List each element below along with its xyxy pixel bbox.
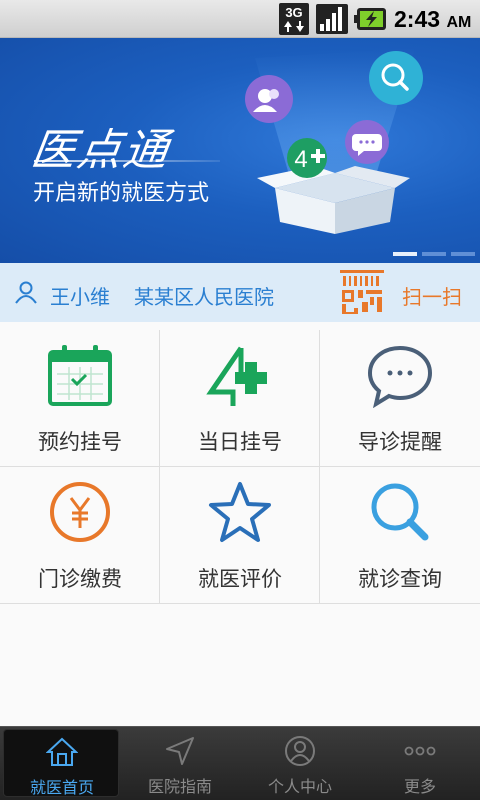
star-icon — [209, 482, 271, 542]
svg-text:3G: 3G — [285, 5, 302, 20]
clock: 2:43 AM — [394, 6, 472, 32]
tab-hospital-guide[interactable]: 医院指南 — [122, 729, 238, 797]
app-logo: 医点通 — [27, 125, 173, 176]
status-bar: 3G 2:43 AM — [0, 0, 480, 38]
search-icon — [371, 483, 429, 541]
svg-text:4: 4 — [294, 146, 307, 173]
carousel-dot[interactable] — [451, 252, 475, 256]
grid-item-label: 当日挂号 — [198, 430, 282, 454]
grid-item-label: 预约挂号 — [38, 430, 122, 454]
tab-label: 医院指南 — [147, 777, 212, 796]
grid-item-label: 就医评价 — [198, 567, 282, 591]
grid-item-outpatient-payment[interactable]: 门诊缴费 — [0, 467, 160, 604]
battery-charging-icon — [354, 8, 386, 30]
grid-item-evaluation[interactable]: 就医评价 — [160, 467, 320, 604]
grid-item-label: 就诊查询 — [358, 567, 442, 591]
logo-underline — [34, 160, 220, 162]
four-plus-icon — [206, 346, 267, 406]
carousel-dot[interactable] — [393, 252, 417, 256]
banner-illustration: 4 — [245, 48, 423, 234]
user-icon — [285, 736, 315, 766]
home-icon — [46, 737, 78, 766]
tab-more[interactable]: 更多 — [362, 729, 478, 797]
grid-item-visit-query[interactable]: 就诊查询 — [320, 467, 480, 604]
function-grid: 预约挂号 当日挂号 导诊提醒 门诊缴费 就医评价 就诊查询 — [0, 330, 480, 604]
grid-item-same-day[interactable]: 当日挂号 — [160, 330, 320, 467]
grid-item-appointment[interactable]: 预约挂号 — [0, 330, 160, 467]
yen-coin-icon — [50, 482, 110, 542]
grid-item-guide-reminder[interactable]: 导诊提醒 — [320, 330, 480, 467]
tab-personal-center[interactable]: 个人中心 — [242, 729, 358, 797]
calendar-icon — [48, 345, 112, 406]
user-icon — [15, 281, 37, 304]
grid-item-label: 导诊提醒 — [358, 430, 442, 454]
grid-item-label: 门诊缴费 — [38, 567, 122, 591]
scan-button[interactable]: 扫一扫 — [402, 281, 462, 310]
tab-home[interactable]: 就医首页 — [3, 729, 119, 797]
carousel-dot[interactable] — [422, 252, 446, 256]
network-3g-icon: 3G — [279, 3, 309, 35]
hospital-selector[interactable]: 某某区人民医院 — [134, 281, 274, 310]
bottom-tab-bar: 就医首页 医院指南 个人中心 更多 — [0, 726, 480, 800]
user-name[interactable]: 王小维 — [50, 281, 110, 310]
banner-slogan: 开启新的就医方式 — [33, 181, 210, 206]
signal-strength-icon — [316, 4, 348, 34]
promo-banner[interactable]: 医点通 开启新的就医方式 4 — [0, 38, 480, 263]
tab-label: 个人中心 — [267, 777, 332, 796]
tab-label: 就医首页 — [29, 778, 94, 797]
qr-code-icon[interactable] — [340, 270, 384, 314]
chat-bubble-icon — [367, 345, 433, 408]
tab-label: 更多 — [403, 777, 436, 796]
navigation-arrow-icon — [166, 737, 194, 765]
more-dots-icon — [404, 746, 436, 756]
